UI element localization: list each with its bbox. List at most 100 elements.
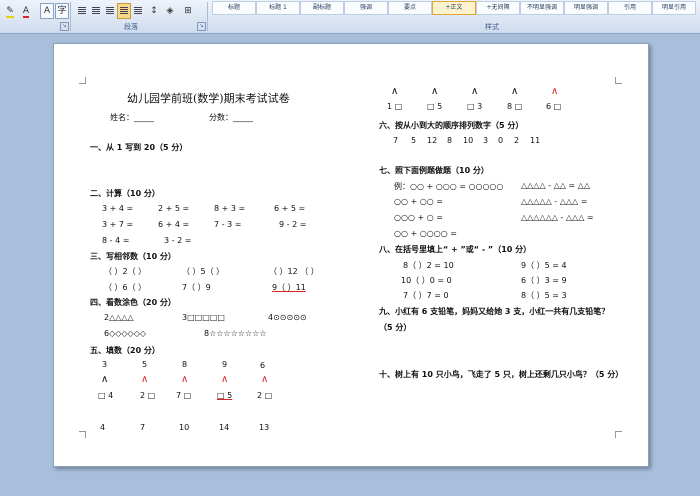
crop-mark bbox=[79, 77, 86, 84]
split-caret: ∧ bbox=[261, 374, 269, 385]
fill-pair: 2 □ bbox=[257, 391, 273, 400]
calc-item: 3 - 2 = bbox=[164, 236, 192, 245]
section-10-heading: 十、树上有 10 只小鸟，飞走了 5 只，树上还剩几只小鸟？（5 分） bbox=[379, 370, 624, 379]
distributed-button[interactable] bbox=[131, 3, 145, 19]
example-equation: △△△△△ - △△△ = bbox=[521, 197, 588, 206]
split-caret: ∧ bbox=[391, 86, 399, 97]
fill-bottom-number: 14 bbox=[219, 423, 230, 432]
font-dialog-launcher[interactable]: ↘ bbox=[60, 22, 69, 31]
operator-item: 8（ ）5 = 3 bbox=[521, 291, 567, 300]
section-4-heading: 四、看数涂色（20 分） bbox=[90, 298, 176, 307]
color-item: 2△△△△ bbox=[104, 313, 134, 322]
style-title[interactable]: 标题 bbox=[212, 1, 256, 15]
fill-pair: 6 □ bbox=[546, 102, 562, 111]
score-field: 分数：_____ bbox=[209, 113, 253, 122]
neighbor-item: 9（ ）11 bbox=[272, 283, 306, 292]
style-intense-emphasis[interactable]: 明显强调 bbox=[564, 1, 608, 15]
group-divider bbox=[70, 2, 71, 31]
fill-pair: 2 □ bbox=[140, 391, 156, 400]
line-spacing-button[interactable]: ↕ bbox=[147, 3, 161, 19]
paragraph-dialog-launcher[interactable]: ↘ bbox=[197, 22, 206, 31]
document-page[interactable]: 幼儿园学前班(数学)期末考试试卷 姓名：_____ 分数：_____ 一、从 1… bbox=[53, 43, 649, 467]
justify-button[interactable] bbox=[117, 3, 131, 19]
section-2-heading: 二、计算（10 分） bbox=[90, 189, 160, 198]
calc-item: 3 + 4 = bbox=[102, 204, 134, 213]
character-shading-button[interactable]: A bbox=[40, 3, 54, 19]
style-no-spacing[interactable]: +无间隔 bbox=[476, 1, 520, 15]
fill-pair: □ 4 bbox=[98, 391, 114, 400]
example-equation: ○○ + ○○○○ = bbox=[394, 229, 457, 238]
calc-item: 7 - 3 = bbox=[214, 220, 242, 229]
sort-number: 11 bbox=[530, 136, 541, 145]
fill-pair: 7 □ bbox=[176, 391, 192, 400]
style-heading-1[interactable]: 标题 1 bbox=[256, 1, 300, 15]
operator-item: 8（ ）2 = 10 bbox=[403, 261, 454, 270]
fill-top-number: 8 bbox=[182, 360, 188, 369]
style-emphasis[interactable]: 强调 bbox=[344, 1, 388, 15]
sort-number: 3 bbox=[483, 136, 489, 145]
section-8-heading: 八、在括号里填上“ + ”或“ - ”（10 分） bbox=[379, 245, 532, 254]
fill-pair: □ 3 bbox=[467, 102, 483, 111]
align-center-button[interactable] bbox=[89, 3, 103, 19]
color-item: 8☆☆☆☆☆☆☆☆ bbox=[204, 329, 267, 338]
highlight-color-button[interactable]: ✎ bbox=[3, 3, 17, 19]
color-item: 6◇◇◇◇◇◇ bbox=[104, 329, 147, 338]
enclose-characters-button[interactable]: 字 bbox=[55, 3, 69, 19]
section-3-heading: 三、写相邻数（10 分） bbox=[90, 252, 176, 261]
fill-bottom-number: 4 bbox=[100, 423, 106, 432]
style-intense-quote[interactable]: 明显引用 bbox=[652, 1, 696, 15]
split-caret: ∧ bbox=[221, 374, 229, 385]
split-caret: ∧ bbox=[511, 86, 519, 97]
styles-gallery: 标题 标题 1 副标题 强调 要点 +正文 +无间隔 不明显强调 明显强调 引用… bbox=[210, 0, 700, 20]
group-divider bbox=[207, 2, 208, 31]
section-5-heading: 五、填数（20 分） bbox=[90, 346, 160, 355]
font-color-button[interactable]: A bbox=[19, 3, 33, 19]
sort-number: 12 bbox=[427, 136, 438, 145]
operator-item: 7（ ）7 = 0 bbox=[403, 291, 449, 300]
calc-item: 6 + 5 = bbox=[274, 204, 306, 213]
section-9-score: （5 分） bbox=[379, 323, 412, 332]
crop-mark bbox=[615, 77, 622, 84]
operator-item: 10（ ）0 = 0 bbox=[401, 276, 452, 285]
split-caret: ∧ bbox=[141, 374, 149, 385]
paragraph-group-label: 段落 bbox=[124, 23, 138, 31]
fill-bottom-number: 7 bbox=[140, 423, 146, 432]
section-7-heading: 七、照下面例题做题（10 分） bbox=[379, 166, 489, 175]
neighbor-item: （ ）6（ ） bbox=[104, 283, 147, 292]
fill-top-number: 9 bbox=[222, 360, 228, 369]
align-right-button[interactable] bbox=[103, 3, 117, 19]
fill-bottom-number: 13 bbox=[259, 423, 270, 432]
example-equation: △△△△△△ - △△△ = bbox=[521, 213, 594, 222]
shading-button[interactable]: ◈ bbox=[163, 3, 177, 19]
section-9-heading: 九、小红有 6 支铅笔，妈妈又给她 3 支，小红一共有几支铅笔？ bbox=[379, 307, 610, 316]
color-item: 3□□□□□ bbox=[182, 313, 225, 322]
section-6-heading: 六、按从小到大的顺序排列数字（5 分） bbox=[379, 121, 524, 130]
example-equation: ○○○ + ○ = bbox=[394, 213, 443, 222]
split-caret: ∧ bbox=[551, 86, 559, 97]
operator-item: 9（ ）5 = 4 bbox=[521, 261, 567, 270]
style-normal[interactable]: +正文 bbox=[432, 1, 476, 15]
split-caret: ∧ bbox=[101, 374, 109, 385]
fill-pair: □ 5 bbox=[217, 391, 233, 400]
neighbor-item: 7（ ）9 bbox=[182, 283, 211, 292]
sort-number: 10 bbox=[463, 136, 474, 145]
split-caret: ∧ bbox=[181, 374, 189, 385]
sort-number: 8 bbox=[447, 136, 453, 145]
align-left-button[interactable] bbox=[75, 3, 89, 19]
fill-pair: □ 5 bbox=[427, 102, 443, 111]
fill-pair: 1 □ bbox=[387, 102, 403, 111]
fill-top-number: 6 bbox=[260, 361, 266, 370]
sort-number: 2 bbox=[514, 136, 520, 145]
style-quote[interactable]: 引用 bbox=[608, 1, 652, 15]
example-equation: △△△△ - △△ = △△ bbox=[521, 181, 590, 190]
neighbor-item: （ ）12 （ ） bbox=[269, 267, 319, 276]
style-key-point[interactable]: 要点 bbox=[388, 1, 432, 15]
calc-item: 9 - 2 = bbox=[279, 220, 307, 229]
document-title: 幼儿园学前班(数学)期末考试试卷 bbox=[127, 92, 290, 105]
calc-item: 6 + 4 = bbox=[158, 220, 190, 229]
style-subtle-emphasis[interactable]: 不明显强调 bbox=[520, 1, 564, 15]
neighbor-item: （ ）2（ ） bbox=[104, 267, 147, 276]
style-subtitle[interactable]: 副标题 bbox=[300, 1, 344, 15]
borders-button[interactable]: ⊞ bbox=[181, 3, 195, 19]
fill-top-number: 3 bbox=[102, 360, 108, 369]
